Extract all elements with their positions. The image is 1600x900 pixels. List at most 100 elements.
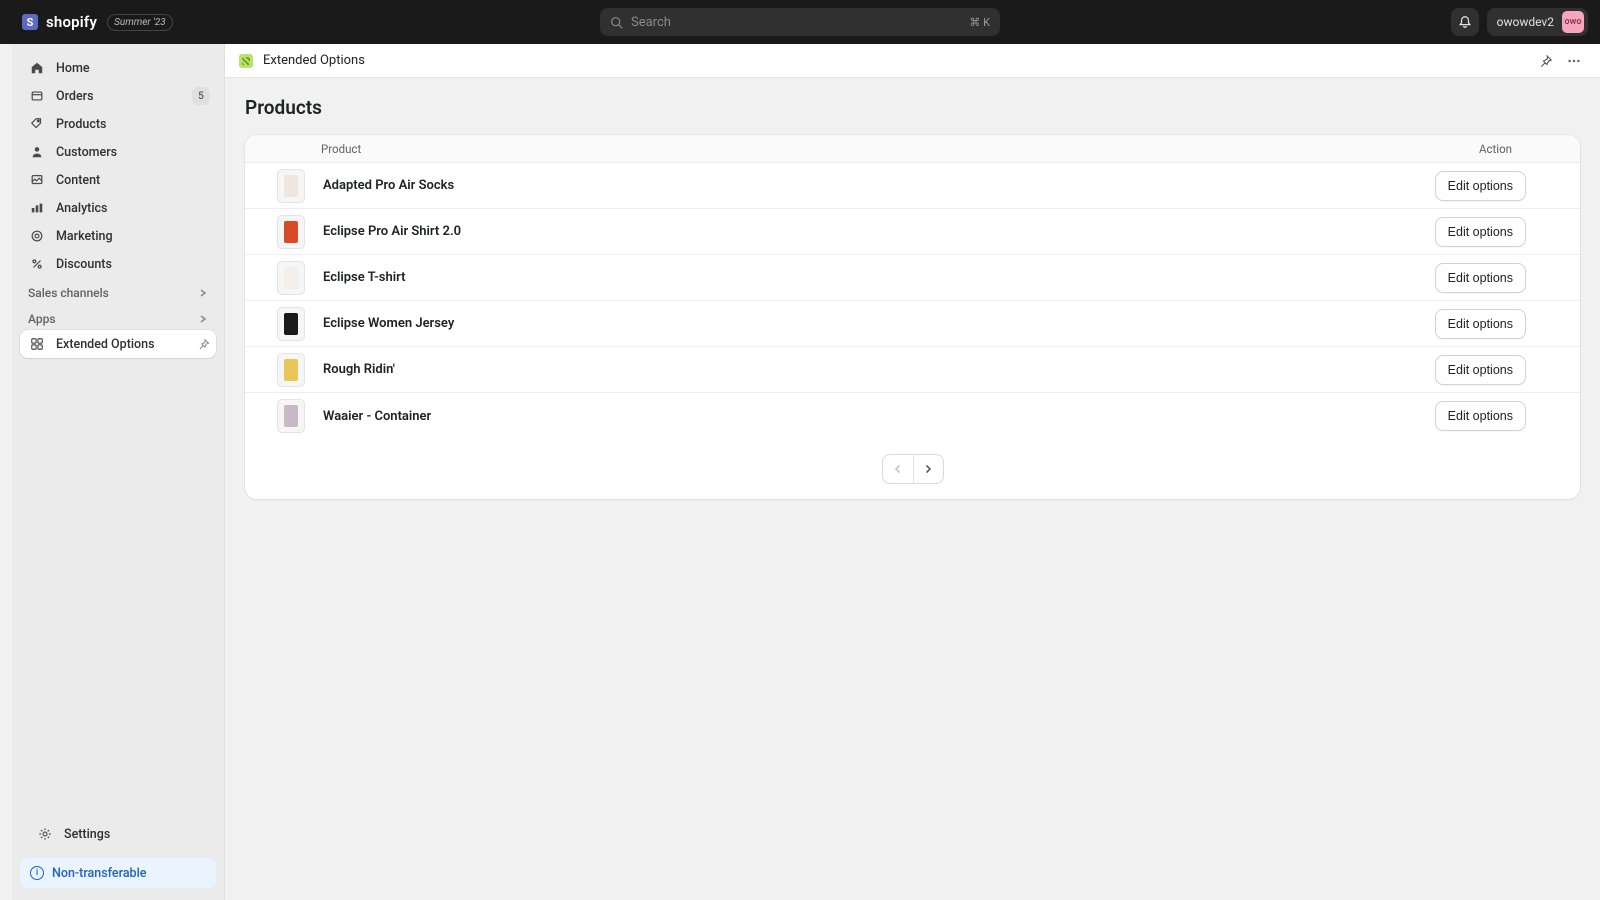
info-icon: i	[30, 866, 44, 880]
discounts-icon	[28, 255, 46, 273]
apps-list: Extended Options	[12, 330, 224, 358]
sidebar-item-label: Analytics	[56, 201, 108, 216]
season-tag: Summer '23	[107, 14, 173, 31]
avatar: owo	[1562, 11, 1584, 33]
search-wrapper: Search ⌘ K	[600, 8, 1000, 36]
gear-icon	[36, 825, 54, 843]
table-row: Waaier - ContainerEdit options	[245, 393, 1580, 439]
more-horizontal-icon	[1567, 54, 1581, 68]
sidebar-item-label: Settings	[64, 827, 110, 842]
table-header: Product Action	[245, 135, 1580, 163]
table-row: Adapted Pro Air Socks Edit options	[245, 163, 1580, 209]
sidebar-item-settings[interactable]: Settings	[28, 820, 208, 848]
chevron-right-icon	[198, 288, 208, 298]
pin-app-button[interactable]	[1534, 49, 1558, 73]
sidebar-item-orders[interactable]: Orders 5	[20, 82, 216, 110]
edit-options-button[interactable]: Edit options	[1435, 401, 1526, 431]
products-card: Product Action Adapted Pro Air Socks Edit…	[245, 135, 1580, 499]
orders-icon	[28, 87, 46, 105]
main-region: Extended Options Products Product Action…	[224, 44, 1600, 900]
product-thumbnail	[277, 399, 305, 433]
sidebar-item-label: Marketing	[56, 229, 113, 244]
sidebar-item-label: Products	[56, 117, 106, 132]
table-row: Eclipse Women Jersey Edit options	[245, 301, 1580, 347]
pagination-box	[882, 454, 944, 484]
sidebar-item-label: Extended Options	[56, 337, 155, 352]
edit-options-button[interactable]: Edit options	[1435, 171, 1526, 201]
product-thumbnail	[277, 307, 305, 341]
brand-wordmark: shopify	[46, 13, 97, 31]
bell-icon	[1458, 15, 1472, 29]
product-name: Eclipse T-shirt	[323, 270, 405, 285]
sidebar-item-customers[interactable]: Customers	[20, 138, 216, 166]
table-body: Adapted Pro Air SocksEdit optionsEclipse…	[245, 163, 1580, 439]
sidebar-item-label: Discounts	[56, 257, 112, 272]
apps-section[interactable]: Apps	[12, 304, 224, 330]
product-thumbnail	[277, 215, 305, 249]
app-tile-icon	[28, 335, 46, 353]
home-icon	[28, 59, 46, 77]
pagination	[245, 439, 1580, 499]
sidebar-item-products[interactable]: Products	[20, 110, 216, 138]
col-header-product: Product	[321, 142, 361, 156]
sidebar-item-label: Home	[56, 61, 90, 76]
sidebar-item-label: Customers	[56, 145, 117, 160]
notifications-button[interactable]	[1451, 8, 1479, 36]
pin-icon[interactable]	[198, 338, 210, 350]
app-header: Extended Options	[225, 44, 1600, 78]
app-logo-icon	[239, 54, 253, 68]
product-name: Eclipse Women Jersey	[323, 316, 454, 331]
sidebar-item-extended-options[interactable]: Extended Options	[20, 330, 216, 358]
section-label: Sales channels	[28, 286, 109, 300]
prev-page-button[interactable]	[883, 455, 913, 483]
table-row: Eclipse T-shirt Edit options	[245, 255, 1580, 301]
sidebar-item-discounts[interactable]: Discounts	[20, 250, 216, 278]
non-transferable-banner[interactable]: i Non-transferable	[20, 858, 216, 888]
topbar: S shopify Summer '23 Search ⌘ K owowdev2…	[0, 0, 1600, 44]
next-page-button[interactable]	[913, 455, 943, 483]
content-icon	[28, 171, 46, 189]
customers-icon	[28, 143, 46, 161]
edit-options-button[interactable]: Edit options	[1435, 355, 1526, 385]
table-row: Rough Ridin' Edit options	[245, 347, 1580, 393]
sidebar-item-analytics[interactable]: Analytics	[20, 194, 216, 222]
chevron-left-icon	[892, 463, 904, 475]
search-input[interactable]: Search ⌘ K	[600, 8, 1000, 36]
sidebar-item-home[interactable]: Home	[20, 54, 216, 82]
account-menu[interactable]: owowdev2 owo	[1487, 8, 1588, 36]
page-title: Products	[245, 96, 1580, 119]
section-label: Apps	[28, 312, 56, 326]
edit-options-button[interactable]: Edit options	[1435, 309, 1526, 339]
page-body: Products Product Action Adapted Pro Air …	[225, 78, 1600, 517]
primary-nav: Home Orders 5 Products Customers Content…	[12, 54, 224, 278]
product-thumbnail	[277, 169, 305, 203]
app-header-title: Extended Options	[263, 53, 365, 68]
banner-label: Non-transferable	[52, 866, 146, 881]
search-shortcut-hint: ⌘ K	[969, 16, 990, 29]
search-placeholder: Search	[631, 15, 969, 30]
product-thumbnail	[277, 353, 305, 387]
sidebar-item-label: Orders	[56, 89, 94, 104]
table-row: Eclipse Pro Air Shirt 2.0 Edit options	[245, 209, 1580, 255]
edit-options-button[interactable]: Edit options	[1435, 263, 1526, 293]
edit-options-button[interactable]: Edit options	[1435, 217, 1526, 247]
marketing-icon	[28, 227, 46, 245]
products-icon	[28, 115, 46, 133]
chevron-right-icon	[198, 314, 208, 324]
product-name: Adapted Pro Air Socks	[323, 178, 454, 193]
more-actions-button[interactable]	[1562, 49, 1586, 73]
sidebar-item-content[interactable]: Content	[20, 166, 216, 194]
account-name: owowdev2	[1497, 15, 1554, 29]
search-icon	[610, 16, 623, 29]
pin-icon	[1539, 54, 1553, 68]
sidebar-item-label: Content	[56, 173, 100, 188]
brand-cluster: S shopify Summer '23	[12, 13, 173, 31]
sales-channels-section[interactable]: Sales channels	[12, 278, 224, 304]
product-thumbnail	[277, 261, 305, 295]
analytics-icon	[28, 199, 46, 217]
settings-wrapper: Settings	[20, 820, 216, 848]
app-header-actions	[1534, 49, 1586, 73]
sidebar-item-marketing[interactable]: Marketing	[20, 222, 216, 250]
product-name: Rough Ridin'	[323, 362, 395, 377]
product-name: Eclipse Pro Air Shirt 2.0	[323, 224, 461, 239]
